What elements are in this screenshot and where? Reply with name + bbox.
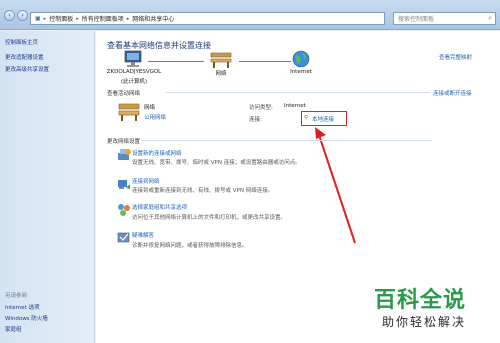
local-connection-link[interactable]: 本地连接 (312, 115, 334, 123)
access-type-value: Internet (284, 103, 306, 109)
task-new-connection[interactable]: 设置新的连接或网络 (132, 149, 182, 157)
crumb-control-panel[interactable]: 控制面板 (49, 14, 73, 23)
watermark-subtitle: 助你轻松解决 (382, 315, 467, 329)
map-link-line (148, 61, 204, 62)
task-connect-network-desc: 连接到或重新连接到无线、有线、拨号或 VPN 网络连接。 (132, 188, 274, 194)
network-label: 网络 (215, 71, 227, 77)
control-panel-icon: ▣ (35, 15, 41, 22)
sidebar-item-home[interactable]: 控制面板主页 (5, 38, 38, 46)
access-type-label: 访问类型: (249, 105, 273, 111)
network-sharing-window: ‹ › ▣ ▸ 控制面板 ▸ 所有控制面板项 ▸ 网络和共享中心 搜索控制面板 … (0, 0, 500, 343)
task-homegroup-desc: 访问位于其他网络计算机上的文件和打印机，或更改共享设置。 (132, 215, 287, 221)
task-new-connection-desc: 设置无线、宽带、拨号、临时或 VPN 连接；或设置路由器或访问点。 (132, 160, 301, 166)
divider (166, 92, 430, 93)
troubleshoot-icon (117, 232, 130, 243)
sidebar-item-homegroup[interactable]: 家庭组 (5, 325, 22, 333)
change-settings-heading: 更改网络设置 (107, 139, 141, 145)
sidebar: 控制面板主页 更改适配器设置 更改高级共享设置 另请参阅 Internet 选项… (0, 31, 95, 343)
computer-name: ZKDOLADJYESVGOL (106, 69, 162, 75)
chevron-right-icon: ▸ (43, 15, 47, 22)
title-bar: ‹ › ▣ ▸ 控制面板 ▸ 所有控制面板项 ▸ 网络和共享中心 搜索控制面板 … (0, 0, 500, 30)
internet-globe-icon (292, 50, 310, 68)
full-map-link[interactable]: 查看完整映射 (439, 53, 472, 61)
task-troubleshoot[interactable]: 疑难解答 (132, 231, 154, 239)
watermark-title: 百科全说 (374, 288, 467, 313)
internet-label: Internet (290, 69, 312, 75)
connections-label: 连接: (249, 117, 262, 123)
forward-button[interactable]: › (17, 10, 28, 21)
connect-disconnect-link[interactable]: 连接或断开连接 (433, 89, 472, 97)
address-bar[interactable]: ▣ ▸ 控制面板 ▸ 所有控制面板项 ▸ 网络和共享中心 (30, 12, 385, 25)
active-networks-heading: 查看活动网络 (107, 91, 141, 97)
computer-icon (124, 50, 142, 67)
sidebar-item-advanced-sharing[interactable]: 更改高级共享设置 (5, 65, 49, 73)
search-box[interactable]: 搜索控制面板 ⌕ (393, 12, 496, 25)
connect-network-icon (118, 180, 130, 189)
computer-sub: (此计算机) (120, 79, 148, 85)
homegroup-icon (118, 204, 130, 216)
search-input[interactable]: 搜索控制面板 (398, 14, 434, 23)
see-also-heading: 另请参阅 (5, 293, 28, 299)
arrow-annotation (315, 127, 356, 244)
network-bench-icon (210, 52, 232, 68)
new-connection-icon (118, 149, 131, 160)
sidebar-item-internet-options[interactable]: Internet 选项 (5, 303, 40, 311)
crumb-network-center[interactable]: 网络和共享中心 (132, 14, 174, 23)
search-icon[interactable]: ⌕ (488, 14, 492, 23)
public-network-link[interactable]: 公用网络 (144, 113, 166, 121)
task-troubleshoot-desc: 诊断并修复网络问题，或者获得故障排除信息。 (132, 243, 248, 249)
crumb-all-items[interactable]: 所有控制面板项 (82, 14, 124, 23)
local-connection-icon: ⚲ (304, 115, 309, 121)
sidebar-item-adapter[interactable]: 更改适配器设置 (5, 53, 44, 61)
network-bench-icon (118, 103, 140, 121)
sidebar-item-firewall[interactable]: Windows 防火墙 (5, 314, 48, 322)
chevron-right-icon: ▸ (76, 15, 79, 22)
chevron-right-icon: ▸ (126, 15, 130, 22)
map-link-line (239, 61, 291, 62)
divider (142, 140, 432, 141)
back-button[interactable]: ‹ (4, 10, 15, 21)
task-homegroup[interactable]: 选择家庭组和共享选项 (132, 203, 187, 211)
task-connect-network[interactable]: 连接到网络 (132, 177, 160, 185)
active-network-name: 网络 (144, 105, 156, 111)
